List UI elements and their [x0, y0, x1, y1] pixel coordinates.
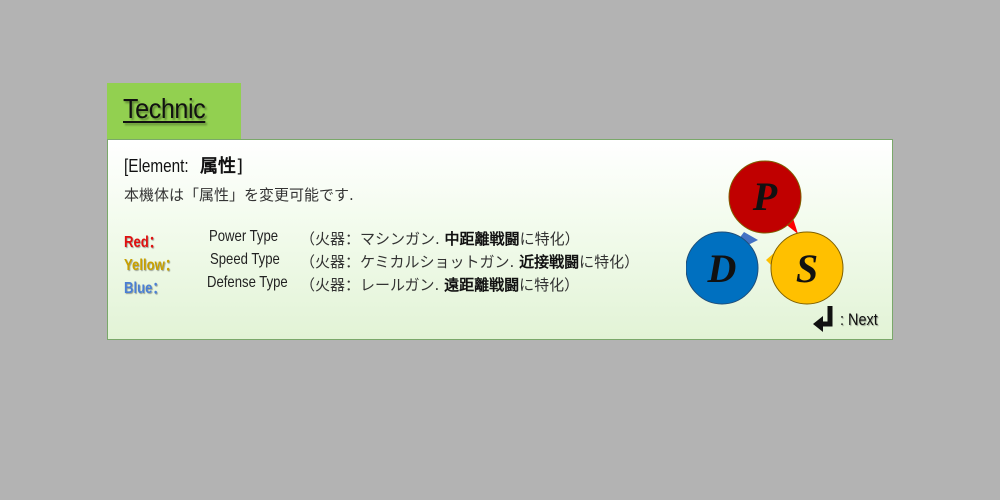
technic-tab: Technic: [107, 83, 241, 140]
node-s: S: [770, 231, 844, 305]
row-detail: （火器：ケミカルショットガン. 近接戦闘に特化）: [300, 253, 640, 271]
row-detail: （火器：レールガン. 遠距離戦闘に特化）: [300, 276, 580, 294]
row-detail: （火器：マシンガン. 中距離戦闘に特化）: [300, 230, 580, 248]
element-heading: [Element: 属性]: [124, 152, 243, 178]
next-label: : Next: [839, 310, 878, 329]
node-d-letter: D: [707, 246, 737, 291]
return-arrow-icon: [812, 306, 833, 332]
row-label: Blue：: [124, 280, 166, 297]
row-type: Speed Type: [210, 251, 280, 268]
node-p-letter: P: [752, 174, 778, 219]
element-cycle-diagram: P D S: [686, 160, 844, 305]
node-s-letter: S: [796, 246, 818, 291]
tab-title: Technic: [123, 93, 206, 124]
row-label: Red：: [124, 234, 162, 251]
heading-jp: 属性: [200, 156, 237, 177]
heading-close: ]: [236, 156, 244, 177]
row-type: Power Type: [209, 228, 279, 245]
node-p: P: [728, 160, 802, 234]
node-d: D: [686, 231, 759, 305]
description-text: 本機体は「属性」を変更可能です.: [124, 186, 354, 204]
next-button[interactable]: : Next: [812, 306, 884, 334]
row-type: Defense Type: [207, 274, 288, 291]
info-panel: [Element: 属性] 本機体は「属性」を変更可能です. Red： Powe…: [107, 139, 893, 340]
row-label: Yellow：: [124, 257, 178, 274]
heading-en: [Element:: [124, 156, 189, 176]
